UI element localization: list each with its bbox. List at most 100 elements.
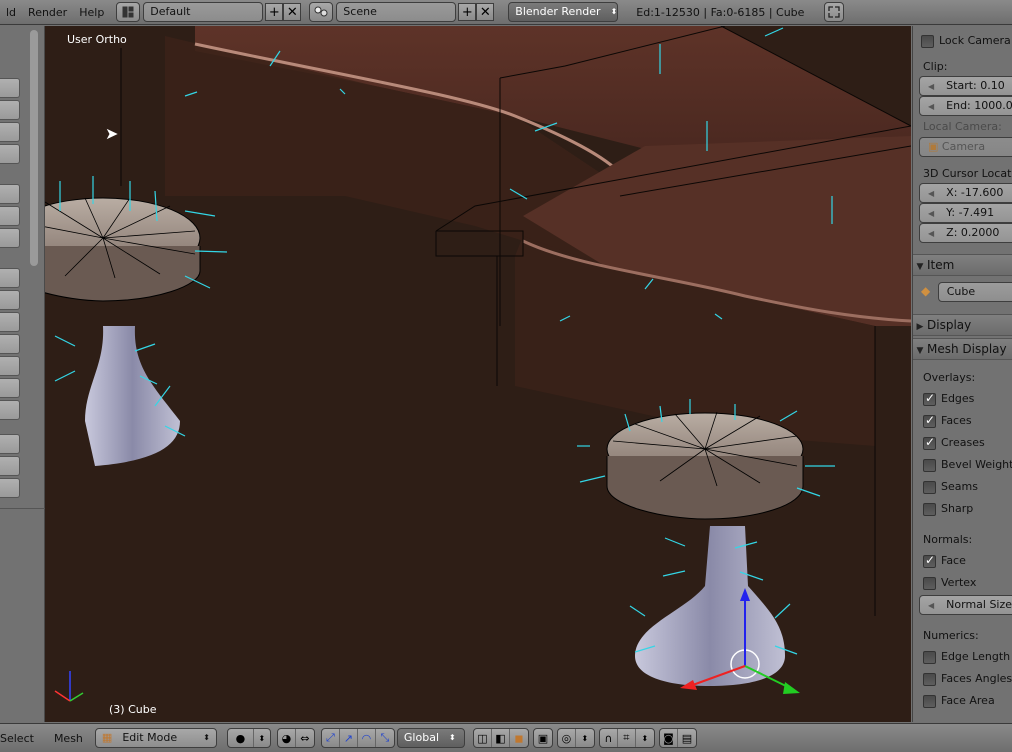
normal-face-row[interactable]: Face: [923, 553, 1012, 568]
translate-manipulator-icon: ⤢: [322, 729, 340, 747]
tool-button[interactable]: [0, 78, 20, 98]
item-section-header[interactable]: ▼ Item: [913, 254, 1012, 276]
face-angles-checkbox[interactable]: [923, 672, 936, 686]
tool-button[interactable]: [0, 290, 20, 310]
tool-button[interactable]: [0, 268, 20, 288]
normal-size-field[interactable]: ◀ Normal Size:: [919, 595, 1012, 615]
mouse-pointer-icon: ➤: [105, 124, 119, 143]
vertex-normals-checkbox[interactable]: [923, 576, 936, 590]
tool-shelf-scrollbar[interactable]: [30, 30, 38, 266]
cursor-y-field[interactable]: ◀ Y: -7.491: [919, 203, 1012, 223]
face-area-checkbox[interactable]: [923, 694, 936, 708]
overlay-sharp-row[interactable]: Sharp: [923, 502, 1012, 516]
clip-label: Clip:: [923, 60, 948, 73]
tool-button[interactable]: [0, 312, 20, 332]
display-section-header[interactable]: ▶ Display: [913, 314, 1012, 336]
pivot-point-group[interactable]: ◕ ⇔: [276, 728, 315, 748]
tool-button[interactable]: [0, 184, 20, 204]
mode-dropdown[interactable]: ▦ Edit Mode ⬍: [94, 728, 217, 748]
tool-button[interactable]: [0, 228, 20, 248]
face-normals-checkbox[interactable]: [923, 553, 936, 568]
overlay-creases-row[interactable]: Creases: [923, 435, 1012, 450]
scene-icon[interactable]: [309, 2, 334, 22]
overlay-edges-row[interactable]: Edges: [923, 391, 1012, 406]
scene-field[interactable]: Scene: [336, 2, 457, 22]
3d-view-header: Select Mesh ▦ Edit Mode ⬍ ● ⬍ ◕ ⇔ ⤢ ↗ ◠ …: [0, 723, 1012, 752]
info-header: ld Render Help Default + ✕ Scene + ✕ Ble…: [0, 0, 1012, 25]
render-engine-dropdown[interactable]: Blender Render ⬍: [508, 2, 619, 22]
screen-layout-field[interactable]: Default: [143, 2, 264, 22]
cursor-location-label: 3D Cursor Locatio: [923, 167, 1012, 180]
faces-checkbox[interactable]: [923, 413, 936, 428]
expanded-triangle-icon: ▼: [916, 262, 924, 272]
numeric-edge-length-row[interactable]: Edge Length: [923, 650, 1012, 664]
overlay-faces-row[interactable]: Faces: [923, 413, 1012, 428]
numeric-face-angles-row[interactable]: Faces Angles: [923, 672, 1012, 686]
tool-button[interactable]: [0, 434, 20, 454]
menu-file-truncated[interactable]: ld: [0, 0, 22, 25]
tool-button[interactable]: [0, 122, 20, 142]
cursor-x-field[interactable]: ◀ X: -17.600: [919, 183, 1012, 203]
sharp-checkbox[interactable]: [923, 502, 936, 516]
seams-checkbox[interactable]: [923, 480, 936, 494]
face-select-icon: ◼: [514, 731, 524, 745]
tool-button[interactable]: [0, 206, 20, 226]
cursor-z-field[interactable]: ◀ Z: 0.2000: [919, 223, 1012, 243]
edges-checkbox[interactable]: [923, 391, 936, 406]
overlay-bevel-row[interactable]: Bevel Weights: [923, 458, 1012, 472]
menu-mesh[interactable]: Mesh: [48, 726, 89, 751]
tool-button[interactable]: [0, 400, 20, 420]
overlay-seams-row[interactable]: Seams: [923, 480, 1012, 494]
viewport-shading-dropdown[interactable]: ● ⬍: [226, 728, 271, 748]
3d-viewport[interactable]: User Ortho ➤ (3) Cube: [45, 26, 911, 722]
tool-button[interactable]: [0, 334, 20, 354]
active-object-label: (3) Cube: [109, 703, 157, 716]
clip-start-field[interactable]: ◀ Start: 0.10: [919, 76, 1012, 96]
edge-length-checkbox[interactable]: [923, 650, 936, 664]
add-scene-plus-icon[interactable]: +: [458, 3, 477, 21]
viewport-scene: [45, 26, 911, 722]
manipulator-group[interactable]: ⤢ ↗ ◠ ⤡: [320, 728, 395, 748]
snap-group[interactable]: ∩ ⌗ ⬍: [598, 728, 655, 748]
mesh-display-section-header[interactable]: ▼ Mesh Display: [913, 338, 1012, 360]
render-engine-label: Blender Render: [515, 5, 601, 18]
add-screen-plus-icon[interactable]: +: [265, 3, 284, 21]
render-buttons[interactable]: ◙ ▤: [658, 728, 697, 748]
normal-vertex-row[interactable]: Vertex: [923, 576, 1012, 590]
select-mode-group[interactable]: ◫ ◧ ◼: [472, 728, 529, 748]
menu-render[interactable]: Render: [22, 0, 73, 25]
tool-button[interactable]: [0, 356, 20, 376]
item-name-field[interactable]: Cube: [937, 282, 1012, 302]
lock-camera-row[interactable]: Lock Camera t: [921, 34, 1012, 48]
creases-checkbox[interactable]: [923, 435, 936, 450]
snap-grid-icon: ⌗: [618, 729, 636, 747]
tool-button[interactable]: [0, 478, 20, 498]
tool-button[interactable]: [0, 378, 20, 398]
tool-button[interactable]: [0, 100, 20, 120]
screen-layout-icon[interactable]: [116, 2, 141, 22]
pivot-icon: ◕: [278, 729, 296, 747]
tool-button[interactable]: [0, 456, 20, 476]
chevron-updown-icon: ⬍: [641, 733, 649, 743]
fullscreen-icon[interactable]: [824, 2, 845, 22]
lock-camera-checkbox[interactable]: [921, 34, 934, 48]
scale-icon: ⤡: [380, 731, 390, 744]
tool-button[interactable]: [0, 144, 20, 164]
numeric-face-area-row[interactable]: Face Area: [923, 694, 1012, 708]
proportional-edit-group[interactable]: ◎ ⬍: [556, 728, 595, 748]
chevron-updown-icon: ⬍: [258, 733, 266, 743]
transform-orientation-dropdown[interactable]: Global ⬍: [396, 728, 465, 748]
occlude-geometry-toggle[interactable]: ▣: [532, 728, 553, 748]
clip-end-field[interactable]: ◀ End: 1000.0: [919, 96, 1012, 116]
delete-screen-x-icon[interactable]: ✕: [283, 3, 302, 21]
menu-select[interactable]: Select: [0, 726, 40, 751]
menu-help[interactable]: Help: [73, 0, 110, 25]
delete-scene-x-icon[interactable]: ✕: [476, 3, 495, 21]
view-label: User Ortho: [67, 33, 127, 46]
local-camera-field[interactable]: ▣ Camera: [919, 137, 1012, 157]
chevron-updown-icon: ⬍: [610, 7, 618, 16]
bevel-weights-checkbox[interactable]: [923, 458, 936, 472]
properties-panel: Lock Camera t Clip: ◀ Start: 0.10 ◀ End: 1…: [912, 26, 1012, 722]
cube-icon: ◆: [921, 284, 931, 298]
camera-icon: ▣: [928, 140, 939, 153]
